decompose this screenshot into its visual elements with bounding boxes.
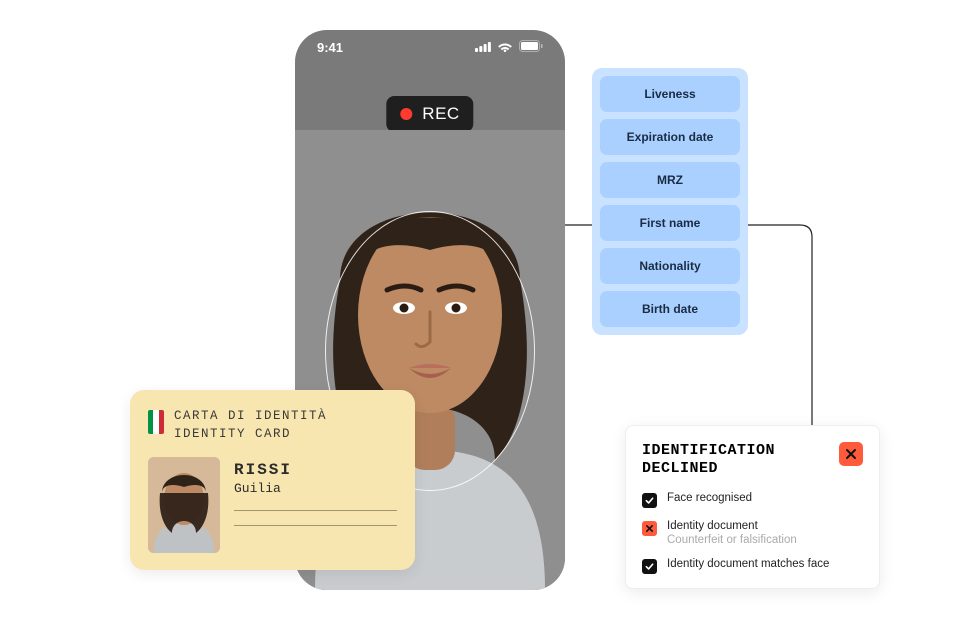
flag-italy-icon bbox=[148, 410, 164, 434]
battery-icon bbox=[519, 40, 543, 55]
check-item: Liveness bbox=[600, 76, 740, 112]
identity-card: CARTA DI IDENTITÀ IDENTITY CARD RISSI Gu… bbox=[130, 390, 415, 570]
id-field-divider bbox=[234, 510, 397, 511]
check-item: Expiration date bbox=[600, 119, 740, 155]
result-row: Identity document Counterfeit or falsifi… bbox=[642, 520, 863, 546]
check-item: Birth date bbox=[600, 291, 740, 327]
rec-label: REC bbox=[422, 104, 459, 124]
wifi-icon bbox=[497, 40, 513, 55]
id-firstname: Guilia bbox=[234, 481, 397, 496]
status-time: 9:41 bbox=[317, 40, 343, 55]
result-title: IDENTIFICATION DECLINED bbox=[642, 442, 775, 478]
result-row-label: Identity document bbox=[667, 520, 758, 532]
id-field-divider bbox=[234, 525, 397, 526]
id-photo bbox=[148, 457, 220, 553]
record-dot-icon bbox=[400, 108, 412, 120]
result-row-label: Identity document matches face bbox=[667, 558, 829, 570]
result-row-label: Face recognised bbox=[667, 492, 752, 504]
result-row: Face recognised bbox=[642, 492, 863, 508]
check-fail-icon bbox=[642, 521, 657, 536]
check-item: Nationality bbox=[600, 248, 740, 284]
id-surname: RISSI bbox=[234, 461, 397, 479]
id-title-en: IDENTITY CARD bbox=[174, 426, 327, 444]
status-indicators bbox=[475, 40, 543, 55]
result-list: Face recognised Identity document Counte… bbox=[642, 492, 863, 574]
check-ok-icon bbox=[642, 559, 657, 574]
recording-indicator: REC bbox=[386, 96, 473, 132]
close-icon[interactable] bbox=[839, 442, 863, 466]
result-row: Identity document matches face bbox=[642, 558, 863, 574]
verification-checks-panel: Liveness Expiration date MRZ First name … bbox=[592, 68, 748, 335]
id-title-local: CARTA DI IDENTITÀ bbox=[174, 408, 327, 426]
identification-result-card: IDENTIFICATION DECLINED Face recognised … bbox=[625, 425, 880, 589]
result-row-sublabel: Counterfeit or falsification bbox=[667, 534, 797, 546]
check-item: MRZ bbox=[600, 162, 740, 198]
check-ok-icon bbox=[642, 493, 657, 508]
check-item: First name bbox=[600, 205, 740, 241]
signal-icon bbox=[475, 40, 491, 55]
status-bar: 9:41 bbox=[295, 30, 565, 64]
